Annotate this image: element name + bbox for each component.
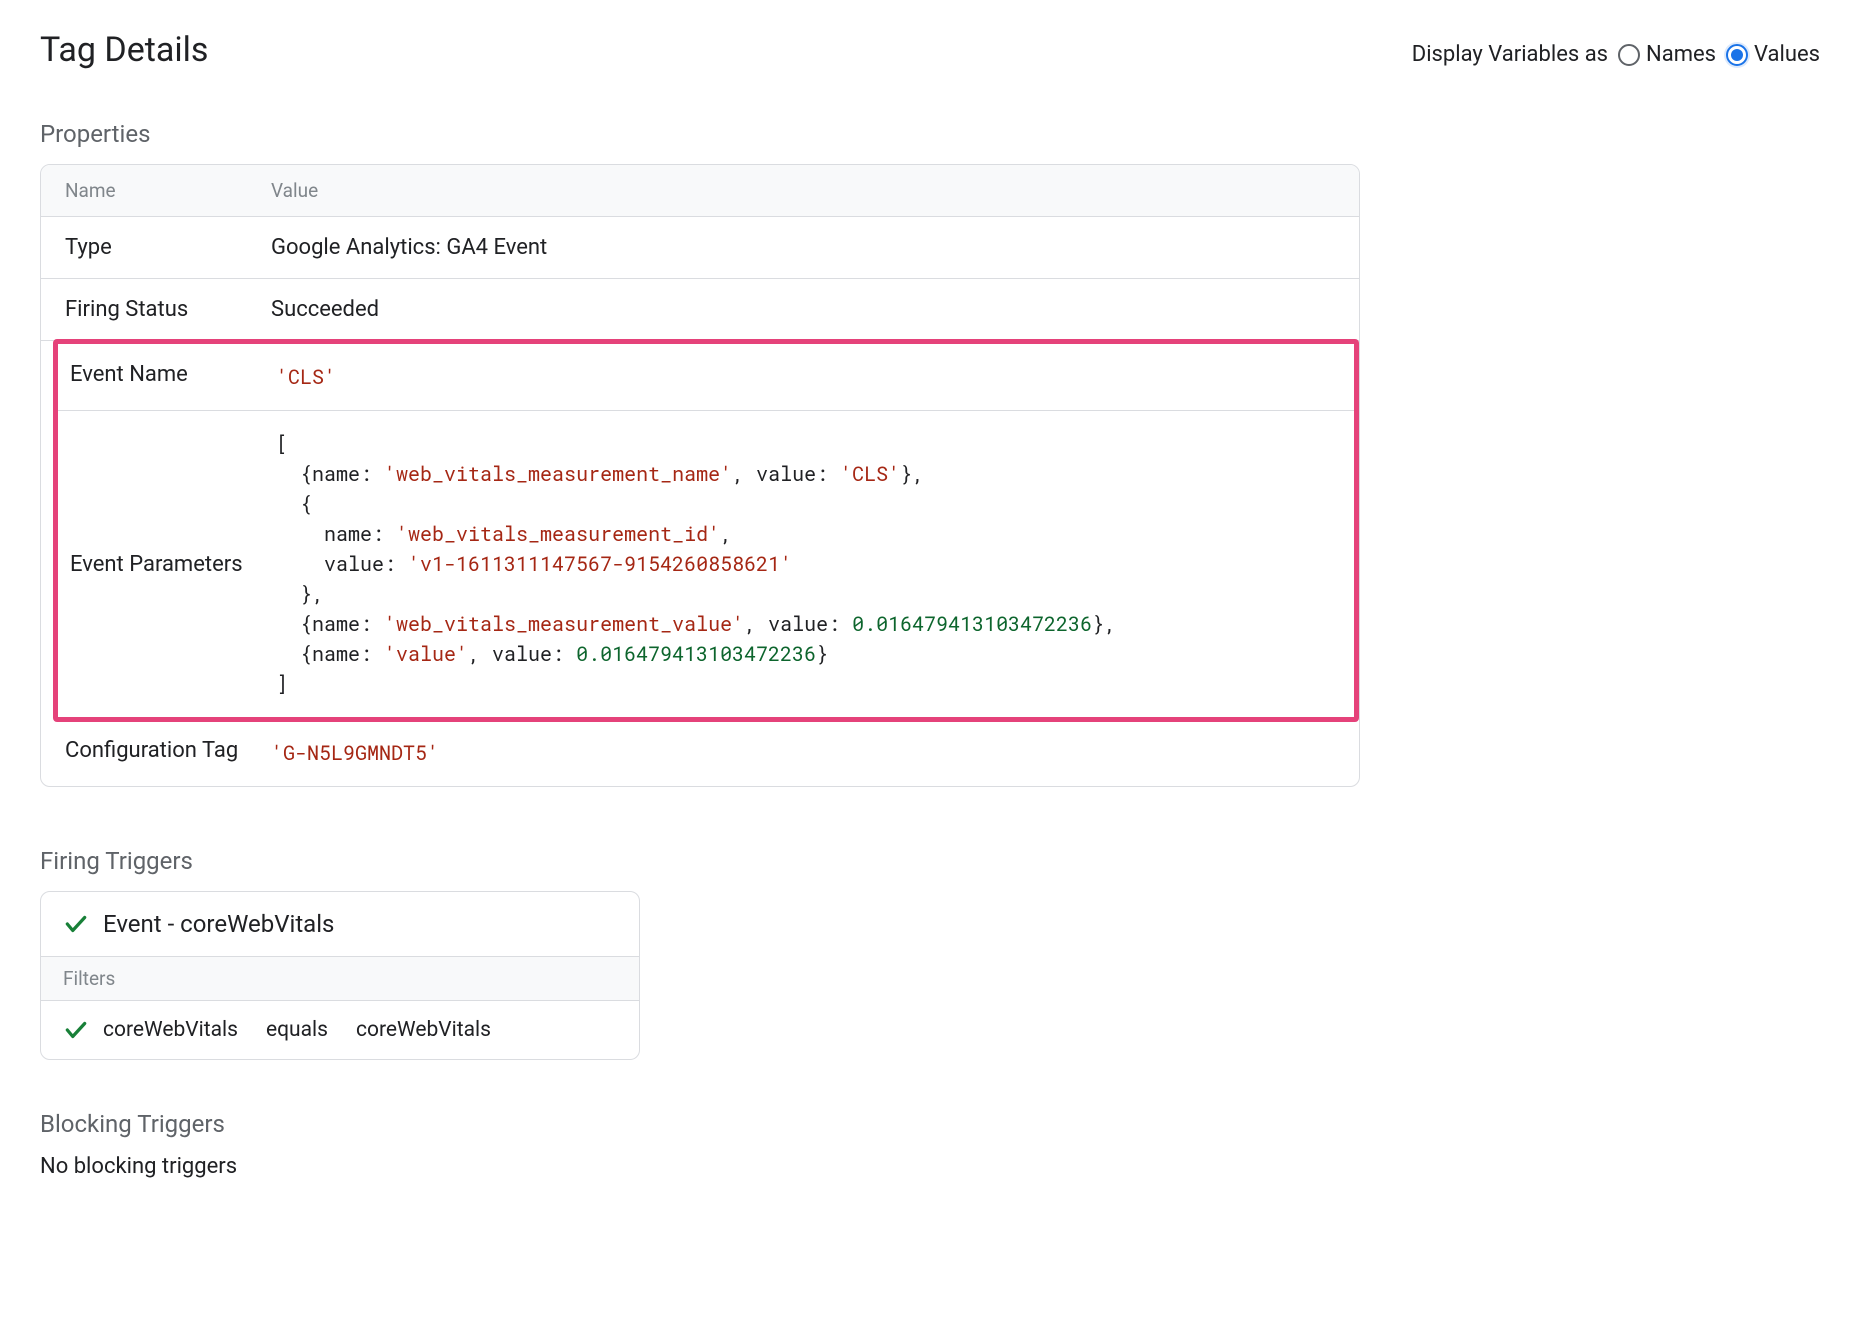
prop-label: Type: [41, 235, 271, 260]
checkmark-icon: [63, 911, 89, 937]
properties-table: Name Value Type Google Analytics: GA4 Ev…: [40, 164, 1360, 787]
firing-triggers-heading: Firing Triggers: [40, 847, 1360, 875]
blocking-triggers-heading: Blocking Triggers: [40, 1110, 1360, 1138]
page-title: Tag Details: [40, 30, 208, 70]
trigger-main-row[interactable]: Event - coreWebVitals: [41, 892, 639, 956]
display-radio-names[interactable]: [1618, 44, 1640, 66]
properties-header-row: Name Value: [41, 165, 1359, 217]
highlighted-rows: Event Name 'CLS' Event Parameters [ {nam…: [53, 339, 1359, 722]
properties-col-name: Name: [41, 179, 271, 202]
prop-label: Firing Status: [41, 297, 271, 322]
properties-col-value: Value: [271, 179, 1359, 202]
filter-right: coreWebVitals: [356, 1018, 491, 1042]
display-radio-names-label[interactable]: Names: [1646, 42, 1716, 67]
trigger-name: Event - coreWebVitals: [103, 910, 334, 938]
checkmark-icon: [63, 1017, 89, 1043]
prop-row-type: Type Google Analytics: GA4 Event: [41, 217, 1359, 279]
prop-label: Event Name: [58, 362, 276, 387]
prop-row-event-params: Event Parameters [ {name: 'web_vitals_me…: [58, 411, 1354, 717]
prop-row-config-tag: Configuration Tag 'G-N5L9GMNDT5': [41, 720, 1359, 786]
prop-row-firing-status: Firing Status Succeeded: [41, 279, 1359, 341]
blocking-triggers-text: No blocking triggers: [40, 1154, 1360, 1179]
display-variables-toggle: Display Variables as Names Values: [1412, 42, 1820, 67]
display-radio-values[interactable]: [1726, 44, 1748, 66]
filters-label: Filters: [41, 956, 639, 1001]
trigger-card: Event - coreWebVitals Filters coreWebVit…: [40, 891, 640, 1060]
properties-heading: Properties: [40, 120, 1360, 148]
display-radio-values-label[interactable]: Values: [1754, 42, 1820, 67]
prop-value: 'G-N5L9GMNDT5': [271, 738, 1359, 768]
trigger-filter-row: coreWebVitals equals coreWebVitals: [41, 1001, 639, 1059]
prop-value-code: [ {name: 'web_vitals_measurement_name', …: [276, 429, 1354, 699]
prop-value: Google Analytics: GA4 Event: [271, 235, 1359, 260]
prop-label: Event Parameters: [58, 552, 276, 577]
prop-value: 'CLS': [276, 362, 1354, 392]
prop-value: Succeeded: [271, 297, 1359, 322]
filter-left: coreWebVitals: [103, 1018, 238, 1042]
prop-label: Configuration Tag: [41, 738, 271, 763]
prop-row-event-name: Event Name 'CLS': [58, 344, 1354, 411]
display-variables-label: Display Variables as: [1412, 42, 1608, 67]
filter-op: equals: [266, 1018, 328, 1042]
